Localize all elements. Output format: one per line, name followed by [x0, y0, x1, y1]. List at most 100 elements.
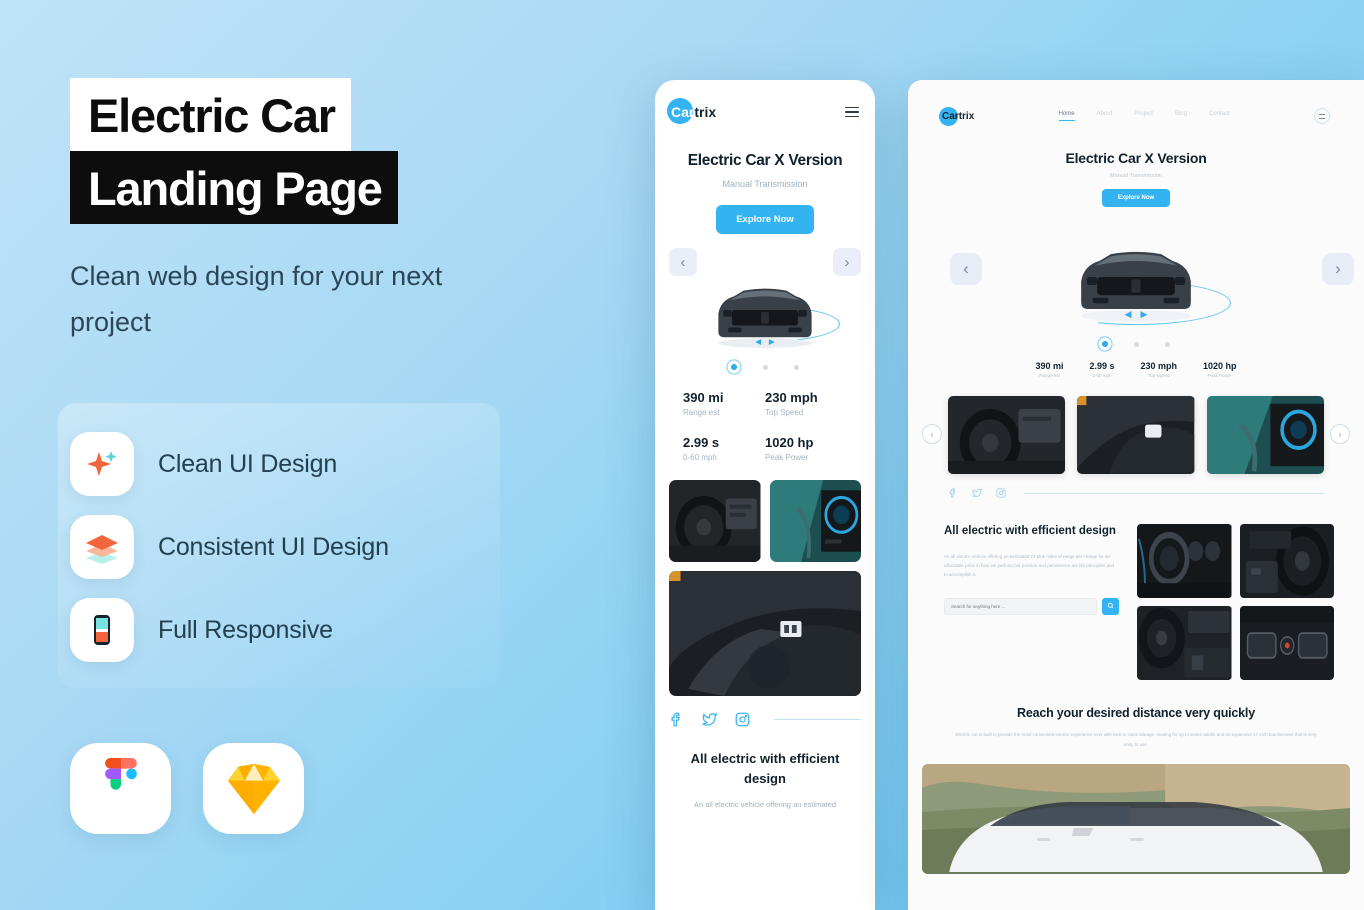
desktop-band-body: Electric car is built to provide the mos… [955, 732, 1317, 747]
twitter-icon[interactable] [972, 488, 982, 498]
spec-item: 2.99 s 0-60 mph [683, 435, 765, 462]
logo-suffix: trix [694, 104, 717, 120]
desktop-hero-subtitle: Manual Transmission [1110, 173, 1162, 179]
instagram-icon[interactable] [735, 712, 750, 727]
carousel-next-button[interactable]: › [1322, 253, 1354, 285]
spec-label: Top Speed [765, 408, 804, 417]
tool-logos [70, 743, 304, 834]
carousel-dot-3[interactable] [794, 364, 799, 370]
twitter-icon[interactable] [702, 712, 717, 727]
feature-item-consistent-ui: Consistent UI Design [70, 515, 389, 579]
feature-card: Clean UI Design Consistent UI Design Ful… [58, 403, 500, 688]
carousel-prev-button[interactable]: ‹ [950, 253, 982, 285]
desktop-feature-section: All electric with efficient design An al… [908, 498, 1364, 680]
nav-item-blog[interactable]: Blog [1175, 111, 1187, 121]
feature-label: Full Responsive [158, 615, 333, 644]
promo-panel: Electric Car Landing Page Clean web desi… [70, 78, 530, 346]
spec-value: 230 mph [1140, 361, 1178, 371]
feature-label: Clean UI Design [158, 449, 338, 478]
search-input[interactable] [944, 597, 1097, 615]
promo-subtitle: Clean web design for your next project [70, 261, 443, 337]
nav-item-home[interactable]: Home [1058, 111, 1075, 121]
desktop-mockup: Cartrix Home About Project Blog Contact … [908, 80, 1364, 910]
gallery-thumbnail-dashboard[interactable] [1206, 396, 1324, 474]
desktop-nav: Home About Project Blog Contact [1058, 111, 1230, 121]
nav-item-project[interactable]: Project [1134, 111, 1153, 121]
spec-label: Peak Power [1207, 373, 1232, 378]
gallery-thumbnail-steering-wheel[interactable] [948, 396, 1066, 474]
carousel-prev-button[interactable]: ‹ [669, 248, 697, 276]
desktop-search-bar [944, 597, 1119, 615]
desktop-car-carousel: ‹ › [908, 219, 1364, 339]
search-button[interactable] [1102, 597, 1119, 615]
desktop-carousel-dots[interactable] [908, 341, 1364, 347]
desktop-section-body: An all electric vehicle offering an esti… [944, 553, 1115, 578]
instagram-icon[interactable] [996, 488, 1006, 498]
spec-item: 2.99 s 0-60 mph [1089, 361, 1114, 378]
figma-logo [70, 743, 171, 834]
desktop-band-section: Reach your desired distance very quickly… [908, 680, 1364, 750]
mobile-header: Cartrix [655, 80, 875, 124]
logo-prefix: Car [671, 104, 695, 120]
gallery-thumbnail-charging-port[interactable] [1077, 396, 1195, 474]
spec-value: 2.99 s [1089, 361, 1115, 371]
promo-title-line-2: Landing Page [70, 151, 398, 224]
spec-value: 1020 hp [1203, 361, 1237, 371]
spec-label: Top Speed [1147, 373, 1170, 378]
mobile-social-row [655, 696, 875, 727]
carousel-dot-2[interactable] [1134, 341, 1139, 347]
mobile-logo[interactable]: Cartrix [667, 98, 717, 124]
spec-label: Range est [1039, 373, 1060, 378]
grid-image-gauges[interactable] [1137, 524, 1232, 598]
spec-label: Peak Power [765, 453, 809, 462]
interior-thumbnail-charging-port[interactable] [669, 571, 861, 696]
gallery-next-button[interactable]: › [1330, 424, 1350, 444]
carousel-dot-1[interactable] [731, 364, 737, 370]
spec-item: 1020 hp Peak Power [1203, 361, 1237, 378]
spec-value: 1020 hp [765, 435, 814, 450]
promo-title-line-1: Electric Car [70, 78, 351, 151]
spec-label: 0-60 mph [683, 453, 717, 462]
desktop-section-title: All electric with efficient design [944, 525, 1116, 537]
mobile-mockup: Cartrix Electric Car X Version Manual Tr… [655, 80, 875, 910]
feature-label: Consistent UI Design [158, 532, 389, 561]
facebook-icon[interactable] [669, 712, 684, 727]
nav-item-about[interactable]: About [1097, 111, 1113, 121]
desktop-explore-now-button[interactable]: Explore Now [1101, 189, 1171, 207]
desktop-image-grid [1137, 524, 1334, 680]
facebook-icon[interactable] [948, 488, 958, 498]
mobile-spec-grid: 390 mi Range est 230 mph Top Speed 2.99 … [655, 390, 875, 462]
carousel-dots[interactable] [655, 364, 875, 370]
carousel-dot-3[interactable] [1165, 341, 1170, 347]
spec-value: 390 mi [1035, 361, 1064, 371]
desktop-logo[interactable]: Cartrix [939, 106, 975, 126]
logo-prefix: Car [942, 110, 959, 122]
mobile-phone-icon [70, 598, 134, 662]
desktop-spec-row: 390 mi Range est 2.99 s 0-60 mph 230 mph… [908, 361, 1364, 378]
desktop-hero-title: Electric Car X Version [1065, 150, 1207, 166]
grid-image-steering-wheel[interactable] [1239, 524, 1334, 598]
carousel-dot-2[interactable] [763, 364, 768, 370]
gallery-prev-button[interactable]: ‹ [922, 424, 942, 444]
mobile-section-title: All electric with efficient design [690, 751, 840, 787]
desktop-band-title: Reach your desired distance very quickly [1017, 706, 1255, 720]
grid-image-console[interactable] [1137, 606, 1232, 680]
search-icon [1107, 602, 1114, 608]
carousel-dot-1[interactable] [1102, 341, 1108, 347]
nav-item-contact[interactable]: Contact [1209, 111, 1230, 121]
mobile-explore-now-button[interactable]: Explore Now [716, 205, 814, 234]
mobile-thumbnail-row [655, 480, 875, 562]
spec-label: 0-60 mph [1092, 373, 1112, 378]
desktop-landscape-car-image [922, 763, 1350, 874]
car-front-image [1081, 251, 1191, 322]
logo-suffix: trix [958, 110, 975, 122]
interior-thumbnail-steering-wheel[interactable] [669, 480, 761, 562]
spec-item: 390 mi Range est [683, 390, 765, 417]
hamburger-menu-icon[interactable] [845, 106, 859, 118]
hamburger-menu-icon[interactable] [1314, 108, 1330, 124]
feature-section-text: All electric with efficient design An al… [944, 524, 1119, 680]
grid-image-air-vents[interactable] [1239, 606, 1334, 680]
interior-thumbnail-dashboard[interactable] [769, 480, 861, 562]
layers-icon [70, 515, 134, 579]
carousel-next-button[interactable]: › [833, 248, 861, 276]
